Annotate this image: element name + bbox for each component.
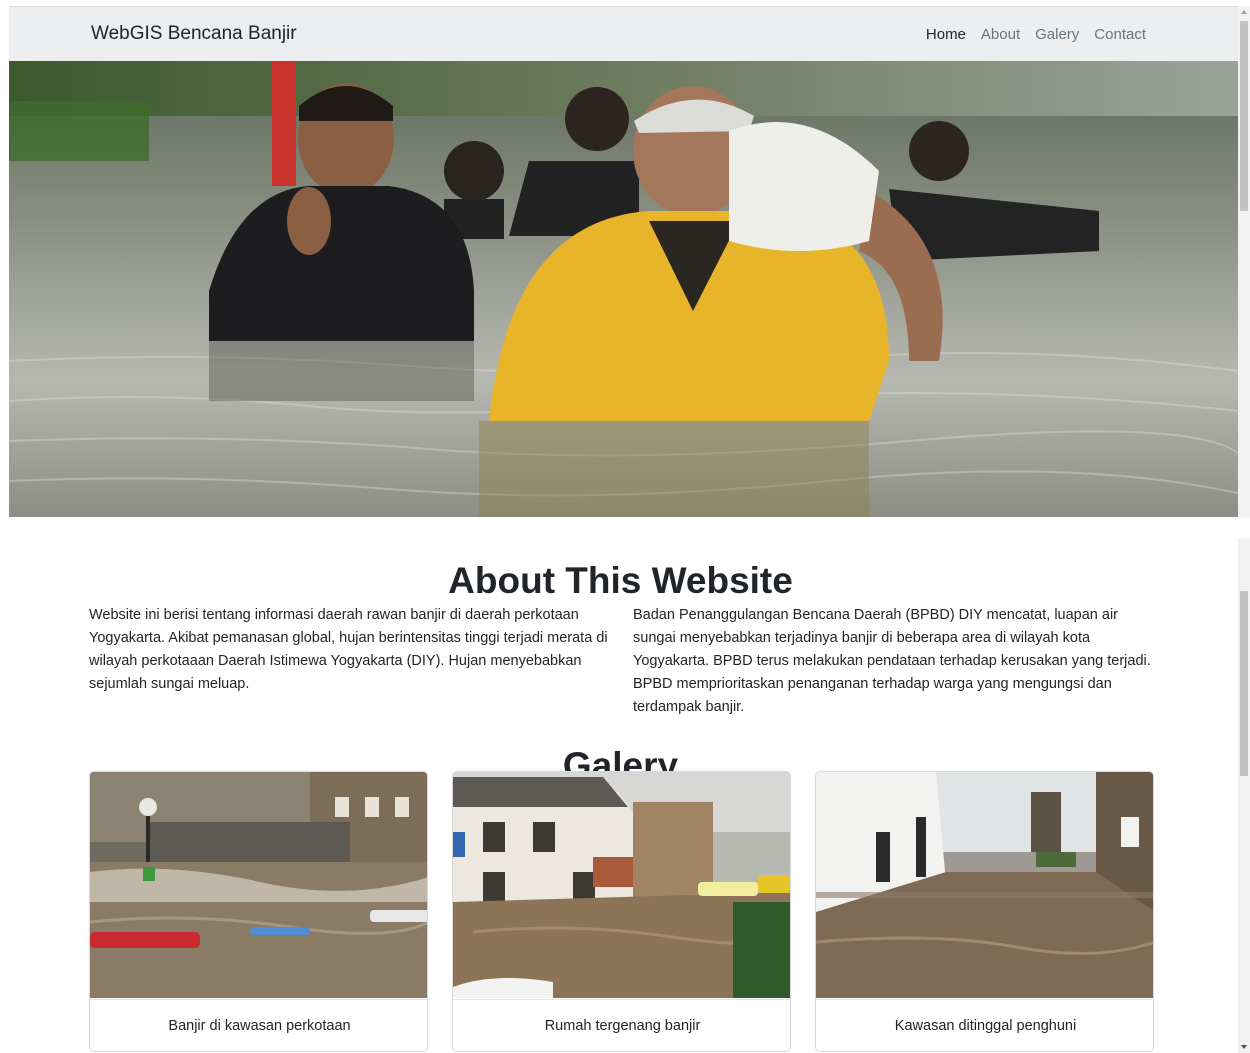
- gallery-image-abandoned-street: [816, 772, 1153, 998]
- nav-menu: Home About Galery Contact: [926, 26, 1146, 43]
- navbar: WebGIS Bencana Banjir Home About Galery …: [9, 6, 1238, 61]
- nav-home[interactable]: Home: [926, 26, 966, 43]
- scroll-down-arrow-icon[interactable]: [1241, 1045, 1247, 1049]
- gallery-card-1[interactable]: Banjir di kawasan perkotaan: [89, 771, 428, 1052]
- abandoned-street-illustration: [816, 772, 1153, 998]
- scroll-up-arrow-icon[interactable]: [1241, 10, 1247, 14]
- nav-contact[interactable]: Contact: [1094, 26, 1146, 43]
- scrollbar-thumb-secondary[interactable]: [1240, 591, 1248, 776]
- urban-flood-illustration: [90, 772, 427, 998]
- hero-flood-illustration: [9, 61, 1238, 517]
- scrollbar-thumb[interactable]: [1240, 21, 1248, 211]
- about-title: About This Website: [448, 559, 793, 601]
- nav-about[interactable]: About: [981, 26, 1020, 43]
- hero-flood-image: [9, 61, 1238, 517]
- gallery-caption-3: Kawasan ditinggal penghuni: [816, 999, 1153, 1051]
- gallery-card-2[interactable]: Rumah tergenang banjir: [452, 771, 791, 1052]
- about-text-right: Badan Penanggulangan Bencana Daerah (BPB…: [633, 606, 1151, 715]
- flooded-houses-illustration: [453, 772, 790, 998]
- scrollbar-gap: [1238, 518, 1250, 538]
- gallery-card-3[interactable]: Kawasan ditinggal penghuni: [815, 771, 1154, 1052]
- page-scrollbar[interactable]: [1238, 6, 1250, 1053]
- nav-galery[interactable]: Galery: [1035, 26, 1079, 43]
- brand-link[interactable]: WebGIS Bencana Banjir: [91, 23, 297, 45]
- gallery-caption-2: Rumah tergenang banjir: [453, 999, 790, 1051]
- gallery-image-urban-flood: [90, 772, 427, 998]
- about-text-left: Website ini berisi tentang informasi dae…: [89, 606, 608, 692]
- gallery-image-flooded-houses: [453, 772, 790, 998]
- gallery-caption-1: Banjir di kawasan perkotaan: [90, 999, 427, 1051]
